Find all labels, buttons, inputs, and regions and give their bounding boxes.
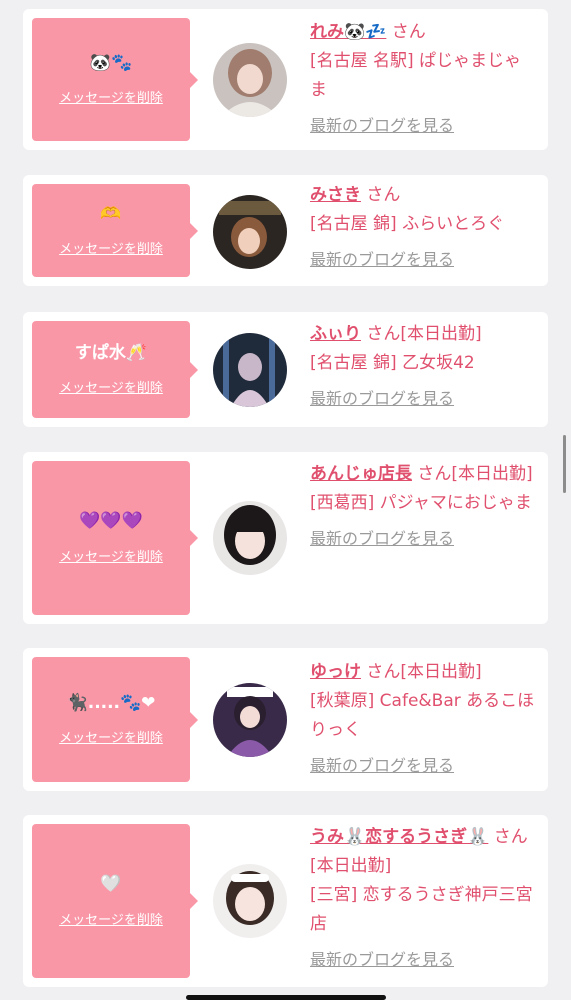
status-badge: [本日出勤] (400, 324, 482, 344)
message-bubble: 🐈‍⬛.....🐾❤ メッセージを削除 (32, 657, 198, 782)
cast-info: あんじゅ店長 さん[本日出勤] [西葛西] パジャマにおじゃま 最新のブログを見… (310, 460, 538, 553)
message-text: 🤍 (100, 874, 122, 895)
message-card: すぱ水🥂 メッセージを削除 ふぃり さん[本日出勤] [名古屋 錦] 乙女坂42… (23, 312, 548, 427)
profile-photo-icon (213, 683, 287, 757)
status-badge: [本日出勤] (400, 662, 482, 682)
delete-message-link[interactable]: メッセージを削除 (59, 727, 163, 746)
honorific: さん (417, 464, 452, 484)
latest-blog-link[interactable]: 最新のブログを見る (310, 111, 538, 140)
cast-info: れみ🐼💤 さん [名古屋 名駅] ぱじゃまじゃま 最新のブログを見る (310, 18, 538, 140)
message-text: 🐼🐾 (89, 52, 133, 73)
latest-blog-link[interactable]: 最新のブログを見る (310, 524, 538, 553)
message-card: 🤍 メッセージを削除 うみ🐰恋するうさぎ🐰 さん [本日出勤] [三宮] 恋するう… (23, 815, 548, 987)
cast-info: ゆっけ さん[本日出勤] [秋葉原] Cafe&Bar あるこほりっく 最新のブ… (310, 658, 538, 780)
message-text: 💜💜💜 (79, 511, 143, 532)
delete-message-link[interactable]: メッセージを削除 (59, 377, 163, 396)
profile-photo-icon (213, 43, 287, 117)
cast-name-link[interactable]: うみ🐰恋するうさぎ🐰 (310, 827, 488, 847)
message-text: 🐈‍⬛.....🐾❤ (66, 692, 156, 713)
message-card: 🐼🐾 メッセージを削除 れみ🐼💤 さん [名古屋 名駅] ぱじゃまじゃま 最新の… (23, 9, 548, 150)
cast-name-link[interactable]: あんじゅ店長 (310, 464, 412, 484)
honorific: さん (366, 662, 401, 682)
delete-message-link[interactable]: メッセージを削除 (59, 909, 163, 928)
status-badge: [本日出勤] (310, 856, 392, 876)
honorific: さん (493, 827, 528, 847)
avatar[interactable] (213, 864, 287, 938)
honorific: さん (391, 22, 426, 42)
message-bubble: 🤍 メッセージを削除 (32, 824, 198, 978)
message-card: 💜💜💜 メッセージを削除 あんじゅ店長 さん[本日出勤] [西葛西] パジャマに… (23, 452, 548, 624)
delete-message-link[interactable]: メッセージを削除 (59, 87, 163, 106)
message-card: 🐈‍⬛.....🐾❤ メッセージを削除 ゆっけ さん[本日出勤] [秋葉原] C… (23, 648, 548, 791)
avatar[interactable] (213, 195, 287, 269)
shop-location: [名古屋 錦] 乙女坂42 (310, 353, 475, 373)
message-bubble: 🐼🐾 メッセージを削除 (32, 18, 198, 141)
avatar[interactable] (213, 333, 287, 407)
shop-location: [名古屋 名駅] ぱじゃまじゃま (310, 51, 522, 100)
latest-blog-link[interactable]: 最新のブログを見る (310, 245, 538, 274)
avatar[interactable] (213, 501, 287, 575)
cast-name-link[interactable]: ゆっけ (310, 662, 361, 682)
cast-name-link[interactable]: みさき (310, 185, 361, 205)
profile-photo-icon (213, 195, 287, 269)
latest-blog-link[interactable]: 最新のブログを見る (310, 384, 538, 413)
latest-blog-link[interactable]: 最新のブログを見る (310, 945, 538, 974)
delete-message-link[interactable]: メッセージを削除 (59, 238, 163, 257)
delete-message-link[interactable]: メッセージを削除 (59, 546, 163, 565)
avatar[interactable] (213, 683, 287, 757)
message-bubble: 💜💜💜 メッセージを削除 (32, 461, 198, 615)
avatar[interactable] (213, 43, 287, 117)
latest-blog-link[interactable]: 最新のブログを見る (310, 751, 538, 780)
cast-name-link[interactable]: れみ🐼💤 (310, 22, 386, 42)
message-card: 🫶 メッセージを削除 みさき さん [名古屋 錦] ふらいとろぐ 最新のブログを… (23, 175, 548, 286)
message-bubble: 🫶 メッセージを削除 (32, 184, 198, 277)
cast-info: ふぃり さん[本日出勤] [名古屋 錦] 乙女坂42 最新のブログを見る (310, 320, 538, 413)
message-bubble: すぱ水🥂 メッセージを削除 (32, 321, 198, 418)
home-indicator[interactable] (186, 995, 386, 1000)
cast-name-link[interactable]: ふぃり (310, 324, 361, 344)
status-badge: [本日出勤] (451, 464, 533, 484)
message-text: すぱ水🥂 (74, 342, 148, 363)
honorific: さん (366, 185, 401, 205)
shop-location: [秋葉原] Cafe&Bar あるこほりっく (310, 691, 535, 740)
cast-info: うみ🐰恋するうさぎ🐰 さん [本日出勤] [三宮] 恋するうさぎ神戸三宮店 最新の… (310, 823, 538, 974)
scroll-indicator[interactable] (563, 435, 566, 493)
shop-location: [西葛西] パジャマにおじゃま (310, 493, 532, 513)
profile-photo-icon (213, 333, 287, 407)
profile-photo-icon (213, 864, 287, 938)
message-text: 🫶 (100, 203, 122, 224)
cast-info: みさき さん [名古屋 錦] ふらいとろぐ 最新のブログを見る (310, 181, 538, 274)
profile-photo-icon (213, 501, 287, 575)
shop-location: [名古屋 錦] ふらいとろぐ (310, 214, 505, 234)
honorific: さん (366, 324, 401, 344)
shop-location: [三宮] 恋するうさぎ神戸三宮店 (310, 885, 533, 934)
